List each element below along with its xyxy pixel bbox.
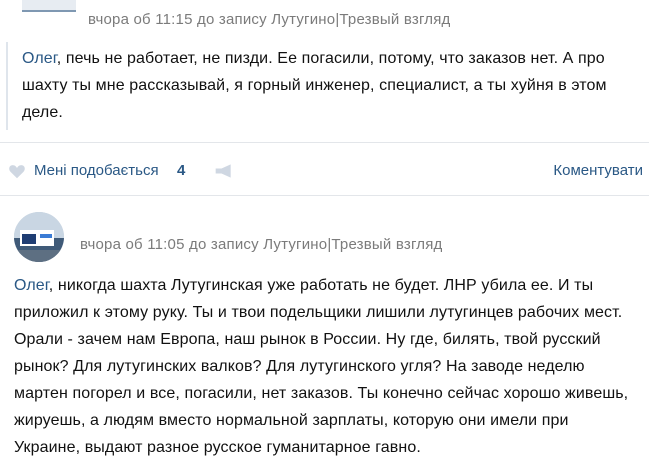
avatar[interactable] (14, 212, 64, 262)
comment-text: Олег, печь не работает, не пизди. Ее пог… (22, 45, 622, 126)
post-link[interactable]: Лутугино|Трезвый взгляд (263, 236, 442, 253)
quote-bar (6, 42, 8, 130)
comment-body: , печь не работает, не пизди. Ее погасил… (22, 50, 607, 121)
comment-time-link[interactable]: вчора об 11:05 (80, 236, 185, 253)
heart-icon[interactable] (8, 163, 26, 179)
comment-meta: вчора об 11:15 до запису Лутугино|Трезвы… (88, 11, 451, 28)
like-button[interactable]: Мені подобається (34, 162, 159, 179)
comment-time-link[interactable]: вчора об 11:15 (88, 11, 193, 28)
avatar-image (14, 212, 64, 262)
reply-to-link[interactable]: Олег (22, 50, 57, 67)
megaphone-icon[interactable] (214, 164, 234, 178)
post-prefix: до запису (197, 11, 267, 28)
comment-meta: вчора об 11:05 до запису Лутугино|Трезвы… (80, 236, 443, 253)
post-link[interactable]: Лутугино|Трезвый взгляд (271, 11, 450, 28)
divider (0, 142, 649, 143)
avatar[interactable] (22, 0, 76, 12)
post-prefix: до запису (189, 236, 259, 253)
comment-actions: Мені подобається 4 Коментувати (0, 156, 649, 186)
divider (0, 195, 649, 196)
comment-body: , никогда шахта Лутугинская уже работать… (14, 277, 629, 456)
reply-button[interactable]: Коментувати (553, 162, 643, 179)
reply-to-link[interactable]: Олег (14, 277, 49, 294)
like-count[interactable]: 4 (177, 162, 185, 179)
comment-text: Олег, никогда шахта Лутугинская уже рабо… (14, 272, 636, 461)
